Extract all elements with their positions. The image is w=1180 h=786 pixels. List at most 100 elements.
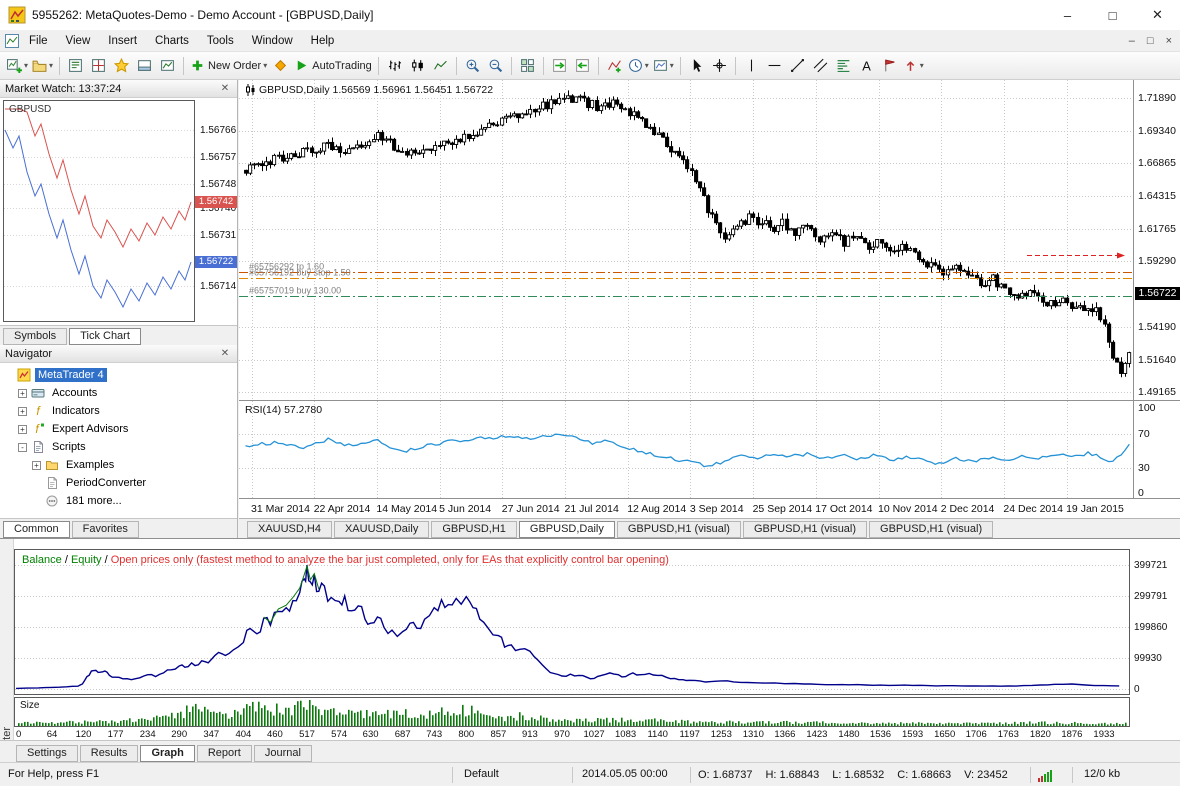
- toolbar-crosshair-button[interactable]: [708, 55, 731, 77]
- maximize-button[interactable]: □: [1090, 0, 1135, 30]
- tree-item-181-more[interactable]: 181 more...: [0, 492, 237, 510]
- toolbar-text-button[interactable]: A: [855, 55, 878, 77]
- toolbar-indicators-button[interactable]: [603, 55, 626, 77]
- toolbar-zoom-in-button[interactable]: [461, 55, 484, 77]
- tick-chart-plot: [3, 100, 195, 322]
- toolbar-market-watch-button[interactable]: [64, 55, 87, 77]
- navigator-close-icon[interactable]: ✕: [218, 348, 232, 359]
- market-watch-tab-tick-chart[interactable]: Tick Chart: [69, 328, 141, 345]
- mdi-minimize-icon[interactable]: –: [1129, 35, 1135, 47]
- toolbar-zoom-out-button[interactable]: [484, 55, 507, 77]
- tree-item-examples[interactable]: +Examples: [0, 456, 237, 474]
- tree-item-scripts[interactable]: -Scripts: [0, 438, 237, 456]
- chart-tab-xauusd-daily[interactable]: XAUUSD,Daily: [334, 521, 429, 538]
- toolbar-new-chart-button[interactable]: ▾: [5, 55, 30, 77]
- rsi-scale: 10070300: [1133, 401, 1180, 498]
- chevron-down-icon[interactable]: ▾: [920, 61, 924, 70]
- tester-side-caption[interactable]: Tester: [0, 539, 14, 763]
- title-bar: 5955262: MetaQuotes-Demo - Demo Account …: [0, 0, 1180, 30]
- toolbar-vertical-line-button[interactable]: [740, 55, 763, 77]
- tree-expander[interactable]: +: [18, 389, 27, 398]
- tree-expander[interactable]: +: [18, 425, 27, 434]
- tester-tab-results[interactable]: Results: [80, 745, 139, 762]
- crosshair-icon: [712, 58, 727, 73]
- toolbar-new-order-button[interactable]: New Order▾: [188, 55, 269, 77]
- menu-tools[interactable]: Tools: [198, 32, 243, 50]
- toolbar-cursor-button[interactable]: [685, 55, 708, 77]
- tree-item-indicators[interactable]: +fIndicators: [0, 402, 237, 420]
- market-watch-close-icon[interactable]: ✕: [218, 83, 232, 94]
- tree-expander[interactable]: +: [32, 461, 41, 470]
- tree-expander[interactable]: +: [18, 407, 27, 416]
- tester-tab-settings[interactable]: Settings: [16, 745, 78, 762]
- chart-area[interactable]: #65756292 tp 1.60#65756192 buy stop 1.50…: [239, 80, 1180, 538]
- tree-expander[interactable]: -: [18, 443, 27, 452]
- tree-item-accounts[interactable]: +Accounts: [0, 384, 237, 402]
- toolbar-chart-line-button[interactable]: [429, 55, 452, 77]
- toolbar-metaeditor-button[interactable]: [269, 55, 292, 77]
- tester-tab-report[interactable]: Report: [197, 745, 252, 762]
- tree-item-expert-advisors[interactable]: +fExpert Advisors: [0, 420, 237, 438]
- navigator-tab-common[interactable]: Common: [3, 521, 70, 538]
- rsi-subwindow[interactable]: RSI(14) 57.2780 10070300: [239, 400, 1180, 498]
- toolbar-chart-candles-button[interactable]: [406, 55, 429, 77]
- periods-icon: [628, 58, 643, 73]
- toolbar-equidistant-channel-button[interactable]: [809, 55, 832, 77]
- tester-tab-graph[interactable]: Graph: [140, 745, 194, 762]
- toolbar-data-window-button[interactable]: [87, 55, 110, 77]
- toolbar-horizontal-line-button[interactable]: [763, 55, 786, 77]
- toolbar-terminal-button[interactable]: [133, 55, 156, 77]
- tree-item-metatrader-4[interactable]: MetaTrader 4: [0, 366, 237, 384]
- chevron-down-icon[interactable]: ▾: [645, 61, 649, 70]
- chart-tab-gbpusd-h1[interactable]: GBPUSD,H1: [431, 521, 517, 538]
- toolbar-chart-bars-button[interactable]: [383, 55, 406, 77]
- toolbar-tile-windows-button[interactable]: [516, 55, 539, 77]
- toolbar-strategy-tester-button[interactable]: [156, 55, 179, 77]
- chevron-down-icon[interactable]: ▾: [263, 61, 267, 70]
- menu-window[interactable]: Window: [243, 32, 302, 50]
- toolbar-templates-button[interactable]: ▾: [651, 55, 676, 77]
- close-button[interactable]: ✕: [1135, 0, 1180, 30]
- chart-tab-gbpusd-h1-visual[interactable]: GBPUSD,H1 (visual): [617, 521, 741, 538]
- toolbar-arrows-button[interactable]: ▾: [901, 55, 926, 77]
- menu-file[interactable]: File: [20, 32, 57, 50]
- toolbar-fibonacci-button[interactable]: [832, 55, 855, 77]
- toolbar-navigator-button[interactable]: [110, 55, 133, 77]
- chart-tab-gbpusd-h1-visual[interactable]: GBPUSD,H1 (visual): [869, 521, 993, 538]
- chevron-down-icon[interactable]: ▾: [24, 61, 28, 70]
- navigator-tab-favorites[interactable]: Favorites: [72, 521, 139, 538]
- tree-item-periodconverter[interactable]: PeriodConverter: [0, 474, 237, 492]
- menu-charts[interactable]: Charts: [146, 32, 198, 50]
- chevron-down-icon[interactable]: ▾: [670, 61, 674, 70]
- status-profile[interactable]: Default: [464, 768, 499, 780]
- minimize-button[interactable]: –: [1045, 0, 1090, 30]
- tester-x-label: 1876: [1061, 729, 1082, 740]
- market-watch-tab-symbols[interactable]: Symbols: [3, 328, 67, 345]
- mdi-restore-icon[interactable]: □: [1147, 35, 1154, 47]
- status-divider: [690, 767, 691, 783]
- toolbar-chart-shift-button[interactable]: [571, 55, 594, 77]
- menu-view[interactable]: View: [57, 32, 100, 50]
- chart-tab-gbpusd-daily[interactable]: GBPUSD,Daily: [519, 521, 615, 538]
- tick-chart[interactable]: GBPUSD 1.567661.567571.567481.567401.567…: [0, 98, 237, 325]
- chart-tab-xauusd-h4[interactable]: XAUUSD,H4: [247, 521, 332, 538]
- tick-scale-label: 1.56748: [200, 179, 236, 190]
- toolbar-text-label-button[interactable]: [878, 55, 901, 77]
- time-axis[interactable]: 31 Mar 201422 Apr 201414 May 20145 Jun 2…: [239, 498, 1180, 518]
- chart-shift-icon: [575, 58, 590, 73]
- mdi-close-icon[interactable]: ×: [1166, 35, 1172, 47]
- toolbar-autotrading-button[interactable]: AutoTrading: [292, 55, 374, 77]
- toolbar-profiles-button[interactable]: ▾: [30, 55, 55, 77]
- text-label-icon: [882, 58, 897, 73]
- toolbar-trendline-button[interactable]: [786, 55, 809, 77]
- examples-icon: [45, 458, 59, 472]
- menu-insert[interactable]: Insert: [99, 32, 146, 50]
- tester-tab-journal[interactable]: Journal: [254, 745, 312, 762]
- chart-tab-gbpusd-h1-visual[interactable]: GBPUSD,H1 (visual): [743, 521, 867, 538]
- toolbar-periods-button[interactable]: ▾: [626, 55, 651, 77]
- price-scale[interactable]: 1.718901.693401.668651.643151.617651.592…: [1133, 80, 1180, 400]
- toolbar-auto-scroll-button[interactable]: [548, 55, 571, 77]
- menu-help[interactable]: Help: [302, 32, 344, 50]
- tester-scale-label: 199860: [1134, 622, 1167, 633]
- chevron-down-icon[interactable]: ▾: [49, 61, 53, 70]
